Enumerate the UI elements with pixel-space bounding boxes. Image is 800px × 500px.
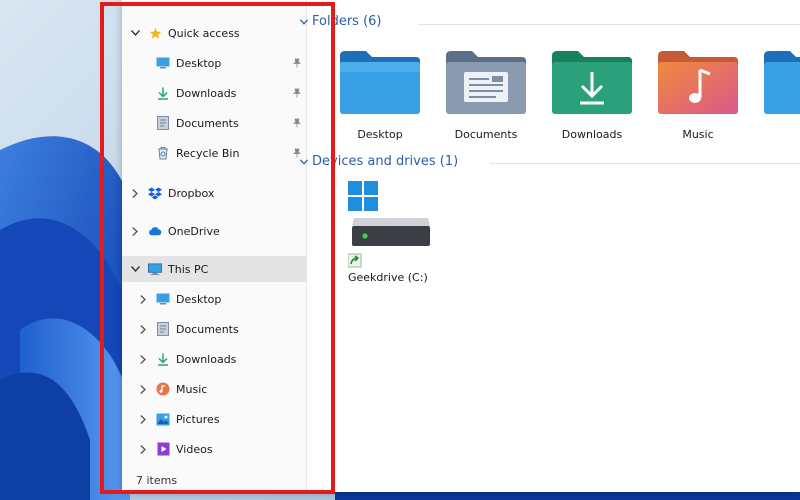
nav-item-pc-pictures[interactable]: Pictures <box>122 406 306 432</box>
navigation-pane: Quick access Desktop Downloads Documents <box>122 0 317 492</box>
section-divider <box>490 163 800 164</box>
section-divider <box>418 24 800 25</box>
chevron-down-icon[interactable] <box>130 28 140 38</box>
chevron-down-icon[interactable] <box>299 15 312 28</box>
nav-label: Desktop <box>176 292 222 306</box>
nav-item-pc-documents[interactable]: Documents <box>122 316 306 342</box>
nav-label: Videos <box>176 442 213 456</box>
nav-label: Downloads <box>176 86 237 100</box>
chevron-right-icon[interactable] <box>138 294 148 304</box>
file-explorer-window: Quick access Desktop Downloads Documents <box>122 0 800 492</box>
recycle-bin-icon <box>156 146 170 160</box>
nav-label: Desktop <box>176 56 222 70</box>
chevron-down-icon[interactable] <box>130 264 140 274</box>
status-item-count: 7 items <box>136 474 178 487</box>
folder-label: Music <box>682 128 714 141</box>
pictures-icon <box>156 412 170 426</box>
nav-item-quick-downloads[interactable]: Downloads <box>122 80 306 106</box>
nav-item-quick-access[interactable]: Quick access <box>122 20 306 46</box>
downloads-folder-icon <box>552 51 632 114</box>
pictures-folder-icon <box>764 51 800 114</box>
folder-tile-partial[interactable] <box>754 48 800 153</box>
nav-label: Documents <box>176 116 239 130</box>
nav-item-pc-music[interactable]: Music <box>122 376 306 402</box>
folder-tile-music[interactable]: Music <box>648 48 748 153</box>
star-icon <box>148 26 162 40</box>
section-header-devices[interactable]: Devices and drives (1) <box>299 154 459 169</box>
documents-folder-icon <box>446 51 526 114</box>
nav-label: Dropbox <box>168 186 215 200</box>
videos-icon <box>156 442 170 456</box>
pin-icon <box>292 88 302 98</box>
music-icon <box>156 382 170 396</box>
section-title: Folders (6) <box>312 14 382 29</box>
chevron-right-icon[interactable] <box>138 444 148 454</box>
nav-item-quick-desktop[interactable]: Desktop <box>122 50 306 76</box>
desktop-icon <box>156 56 170 70</box>
nav-label: Recycle Bin <box>176 146 240 160</box>
chevron-right-icon[interactable] <box>138 354 148 364</box>
nav-item-pc-downloads[interactable]: Downloads <box>122 346 306 372</box>
nav-item-quick-documents[interactable]: Documents <box>122 110 306 136</box>
nav-label: Documents <box>176 322 239 336</box>
nav-item-this-pc[interactable]: This PC <box>122 256 306 282</box>
folder-tile-downloads[interactable]: Downloads <box>542 48 642 153</box>
nav-label: Quick access <box>168 26 240 40</box>
download-arrow-icon <box>156 352 170 366</box>
pin-icon <box>292 118 302 128</box>
folder-label: Documents <box>454 128 518 141</box>
documents-icon <box>156 322 170 336</box>
nav-label: Downloads <box>176 352 237 366</box>
chevron-down-icon[interactable] <box>299 155 312 168</box>
download-arrow-icon <box>156 86 170 100</box>
section-header-folders[interactable]: Folders (6) <box>299 14 382 29</box>
nav-item-quick-recycle-bin[interactable]: Recycle Bin <box>122 140 306 166</box>
nav-label: This PC <box>168 262 209 276</box>
nav-item-dropbox[interactable]: Dropbox <box>122 180 306 206</box>
folder-label: Desktop <box>357 128 403 141</box>
nav-label: Pictures <box>176 412 220 426</box>
drive-tile-c[interactable]: Geekdrive (C:) <box>347 176 448 291</box>
folder-tile-desktop[interactable]: Desktop <box>330 48 430 153</box>
folder-tile-documents[interactable]: Documents <box>436 48 536 153</box>
nav-label: Music <box>176 382 208 396</box>
documents-icon <box>156 116 170 130</box>
nav-item-pc-desktop[interactable]: Desktop <box>122 286 306 312</box>
cloud-icon <box>148 224 162 238</box>
chevron-right-icon[interactable] <box>138 384 148 394</box>
chevron-right-icon[interactable] <box>130 188 140 198</box>
chevron-right-icon[interactable] <box>130 226 140 236</box>
drive-label: Geekdrive (C:) <box>348 271 428 284</box>
music-folder-icon <box>658 51 738 114</box>
folder-label: Downloads <box>561 128 623 141</box>
desktop-folder-icon <box>340 51 420 114</box>
pin-icon <box>292 58 302 68</box>
chevron-right-icon[interactable] <box>138 324 148 334</box>
dropbox-icon <box>148 186 162 200</box>
nav-item-onedrive[interactable]: OneDrive <box>122 218 306 244</box>
section-title: Devices and drives (1) <box>312 154 459 169</box>
computer-icon <box>148 262 162 276</box>
nav-label: OneDrive <box>168 224 220 238</box>
chevron-right-icon[interactable] <box>138 414 148 424</box>
desktop-icon <box>156 292 170 306</box>
nav-item-pc-videos[interactable]: Videos <box>122 436 306 462</box>
hard-drive-icon <box>347 181 430 268</box>
